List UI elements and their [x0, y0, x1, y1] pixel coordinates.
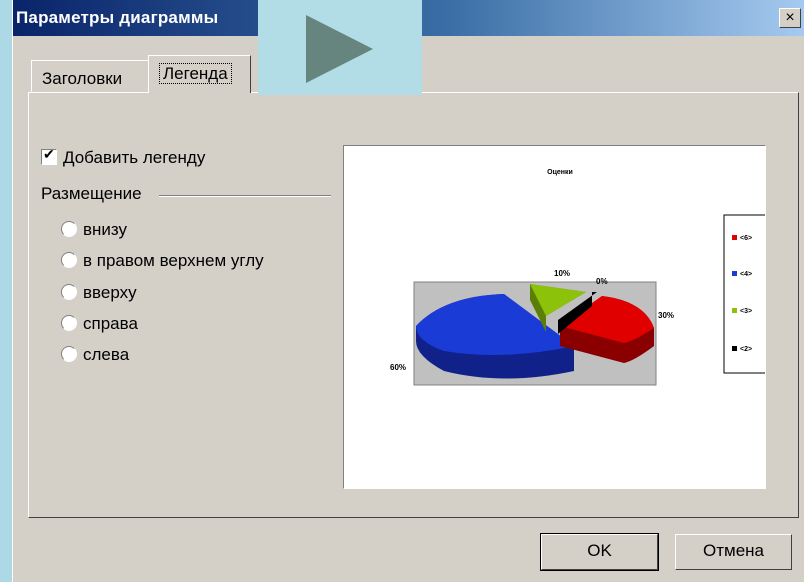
legend-swatch-4 [732, 271, 737, 276]
radio-placement-bottom[interactable]: внизу [61, 220, 127, 240]
label-3: 10% [554, 269, 570, 278]
tab-legend[interactable]: Легенда [148, 55, 251, 93]
legend-label-6: <6> [740, 235, 752, 242]
radio-bottom-label: внизу [83, 220, 128, 239]
legend-label-4: <4> [740, 271, 752, 278]
radio-placement-right[interactable]: справа [61, 314, 138, 334]
close-button[interactable]: × [779, 8, 801, 28]
dialog-title: Параметры диаграммы [16, 8, 219, 27]
legend-swatch-2 [732, 346, 737, 351]
radio-top-control[interactable] [61, 284, 77, 300]
add-legend-label: Добавить легенду [63, 148, 206, 167]
ok-button[interactable]: OK [540, 533, 659, 571]
add-legend-checkbox[interactable] [41, 146, 57, 165]
label-6: 30% [658, 311, 674, 320]
radio-placement-top[interactable]: вверху [61, 283, 137, 303]
label-4: 60% [390, 363, 406, 372]
tab-titles[interactable]: Заголовки [31, 60, 150, 92]
radio-placement-left[interactable]: слева [61, 345, 129, 365]
radio-bottom-control[interactable] [61, 221, 77, 237]
chart-preview: Оценки 10% 0% 30% 60% <6> <4> <3> <2> [343, 145, 766, 489]
add-legend-option[interactable]: Добавить легенду [41, 146, 206, 168]
play-icon[interactable] [258, 0, 422, 95]
placement-group-label: Размещение [41, 184, 142, 203]
placement-group-divider [159, 195, 331, 197]
pie-chart-preview: Оценки 10% 0% 30% 60% <6> <4> <3> <2> [390, 169, 765, 386]
cancel-button[interactable]: Отмена [675, 534, 792, 570]
legend-label-2: <2> [740, 346, 752, 353]
radio-top-right-label: в правом верхнем углу [83, 251, 264, 270]
radio-top-label: вверху [83, 283, 137, 302]
chart-title: Оценки [547, 169, 573, 176]
legend-label-3: <3> [740, 308, 752, 315]
radio-left-control[interactable] [61, 346, 77, 362]
label-2: 0% [596, 277, 608, 286]
legend-swatch-3 [732, 308, 737, 313]
radio-placement-top-right[interactable]: в правом верхнем углу [61, 251, 264, 271]
legend-swatch-6 [732, 235, 737, 240]
radio-right-control[interactable] [61, 315, 77, 331]
radio-right-label: справа [83, 314, 138, 333]
video-play-overlay[interactable] [258, 0, 422, 95]
tab-legend-label: Легенда [159, 63, 232, 84]
radio-top-right-control[interactable] [61, 252, 77, 268]
radio-left-label: слева [83, 345, 130, 364]
